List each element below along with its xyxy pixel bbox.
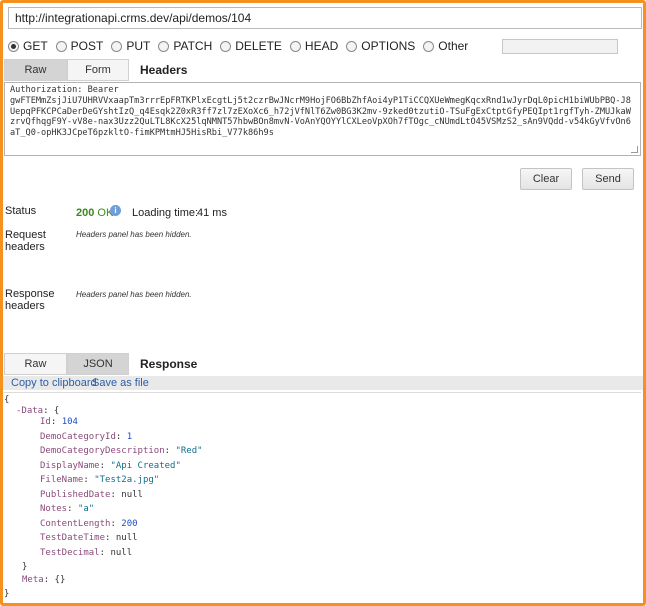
request-tabbar: Raw Form Headers [3, 59, 643, 81]
json-field-row: TestDecimal: null [40, 547, 133, 558]
method-put-label: PUT [126, 39, 151, 53]
json-field-row: ContentLength: 200 [40, 518, 138, 529]
save-as-file-link[interactable]: Save as file [92, 377, 149, 389]
json-field-row: PublishedDate: null [40, 489, 143, 500]
url-input[interactable]: http://integrationapi.crms.dev/api/demos… [8, 7, 642, 29]
method-get[interactable]: GET [8, 39, 48, 53]
json-meta-value: {} [54, 575, 66, 585]
json-field-value: null [121, 489, 143, 500]
radio-head[interactable] [289, 40, 301, 52]
method-delete-label: DELETE [235, 39, 282, 53]
method-post-label: POST [70, 39, 104, 53]
method-get-label: GET [23, 39, 48, 53]
info-icon[interactable]: i [110, 205, 121, 216]
radio-get[interactable] [8, 40, 19, 52]
loading-time-label: Loading time: [132, 207, 199, 219]
method-head[interactable]: HEAD [289, 39, 339, 53]
send-button[interactable]: Send [582, 168, 634, 190]
json-field-row: DisplayName: "Api Created" [40, 460, 181, 471]
tab-raw-request[interactable]: Raw [4, 59, 67, 81]
json-field-row: TestDateTime: null [40, 533, 138, 543]
json-field-row: Notes: "a" [40, 504, 95, 514]
json-field-value: "Red" [175, 446, 203, 456]
json-field-key: ContentLength [40, 518, 111, 529]
radio-options[interactable] [346, 40, 358, 52]
json-field-key: DemoCategoryId [40, 431, 116, 442]
json-meta-key: Meta [22, 575, 44, 585]
method-selector: GET POST PUT PATCH DELETE HEAD OPTIONS O… [8, 37, 642, 55]
method-other-label: Other [438, 39, 469, 53]
response-headers-note: Headers panel has been hidden. [76, 290, 192, 299]
json-field-key: FileName [40, 475, 84, 485]
loading-time-value: 41 ms [197, 207, 227, 219]
headers-textarea[interactable]: Authorization: Bearer gwFTEMmZsjJiU7UHRV… [4, 82, 641, 156]
request-headers-title: Headers [140, 63, 188, 77]
json-field-key: PublishedDate [40, 489, 111, 500]
method-options-label: OPTIONS [361, 39, 416, 53]
request-headers-label: Request headers [5, 229, 46, 253]
method-head-label: HEAD [304, 39, 339, 53]
json-field-key: DemoCategoryDescription [40, 446, 165, 456]
response-toolbar: Copy to clipboard Save as file [3, 376, 643, 390]
json-field-key: Id [40, 417, 51, 427]
json-field-value: 200 [121, 518, 138, 529]
json-field-key: Notes [40, 504, 68, 514]
radio-put[interactable] [111, 40, 123, 52]
json-field-value: "Test2a.jpg" [94, 475, 160, 485]
json-field-row: Id: 104 [40, 417, 78, 427]
radio-post[interactable] [55, 40, 67, 52]
method-delete[interactable]: DELETE [220, 39, 282, 53]
json-field-row: DemoCategoryDescription: "Red" [40, 446, 203, 456]
json-field-value: 104 [61, 417, 78, 427]
other-method-input[interactable] [502, 38, 619, 54]
radio-delete[interactable] [220, 40, 232, 52]
method-other[interactable]: Other [423, 39, 468, 53]
json-field-value: null [115, 533, 138, 543]
method-patch[interactable]: PATCH [158, 39, 212, 53]
json-viewer: { -Data: { Id: 104 DemoCategoryId: 1 Dem… [4, 392, 641, 600]
method-patch-label: PATCH [173, 39, 213, 53]
radio-other[interactable] [423, 40, 435, 52]
clear-button[interactable]: Clear [520, 168, 572, 190]
response-headers-label: Response headers [5, 288, 55, 312]
method-post[interactable]: POST [55, 39, 104, 53]
json-field-key: DisplayName [40, 460, 100, 471]
tab-form-request[interactable]: Form [67, 59, 129, 81]
request-headers-note: Headers panel has been hidden. [76, 230, 192, 239]
copy-to-clipboard-link[interactable]: Copy to clipboard [11, 377, 97, 389]
method-options[interactable]: OPTIONS [346, 39, 415, 53]
resize-grip-icon[interactable] [631, 146, 638, 153]
json-field-row: DemoCategoryId: 1 [40, 431, 133, 442]
json-field-key: TestDateTime [40, 533, 106, 543]
json-open-brace: { [4, 395, 10, 405]
headers-text: Authorization: Bearer gwFTEMmZsjJiU7UHRV… [10, 85, 631, 139]
json-close-brace: } [4, 589, 10, 599]
response-tabbar: Raw JSON Response [3, 353, 643, 375]
json-field-value: null [110, 547, 133, 558]
method-put[interactable]: PUT [111, 39, 150, 53]
status-code: 200 OK [76, 207, 113, 219]
json-field-value: "a" [77, 504, 95, 514]
json-field-value: 1 [126, 431, 133, 442]
json-field-value: "Api Created" [110, 460, 181, 471]
status-label: Status [5, 205, 37, 217]
tab-raw-response[interactable]: Raw [4, 353, 67, 375]
json-meta-row: Meta: {} [22, 575, 66, 585]
json-field-row: FileName: "Test2a.jpg" [40, 475, 160, 485]
tab-json-response[interactable]: JSON [67, 353, 129, 375]
radio-patch[interactable] [158, 40, 170, 52]
status-code-value: 200 [76, 207, 95, 219]
response-title: Response [140, 357, 198, 371]
json-field-key: TestDecimal [40, 547, 100, 558]
